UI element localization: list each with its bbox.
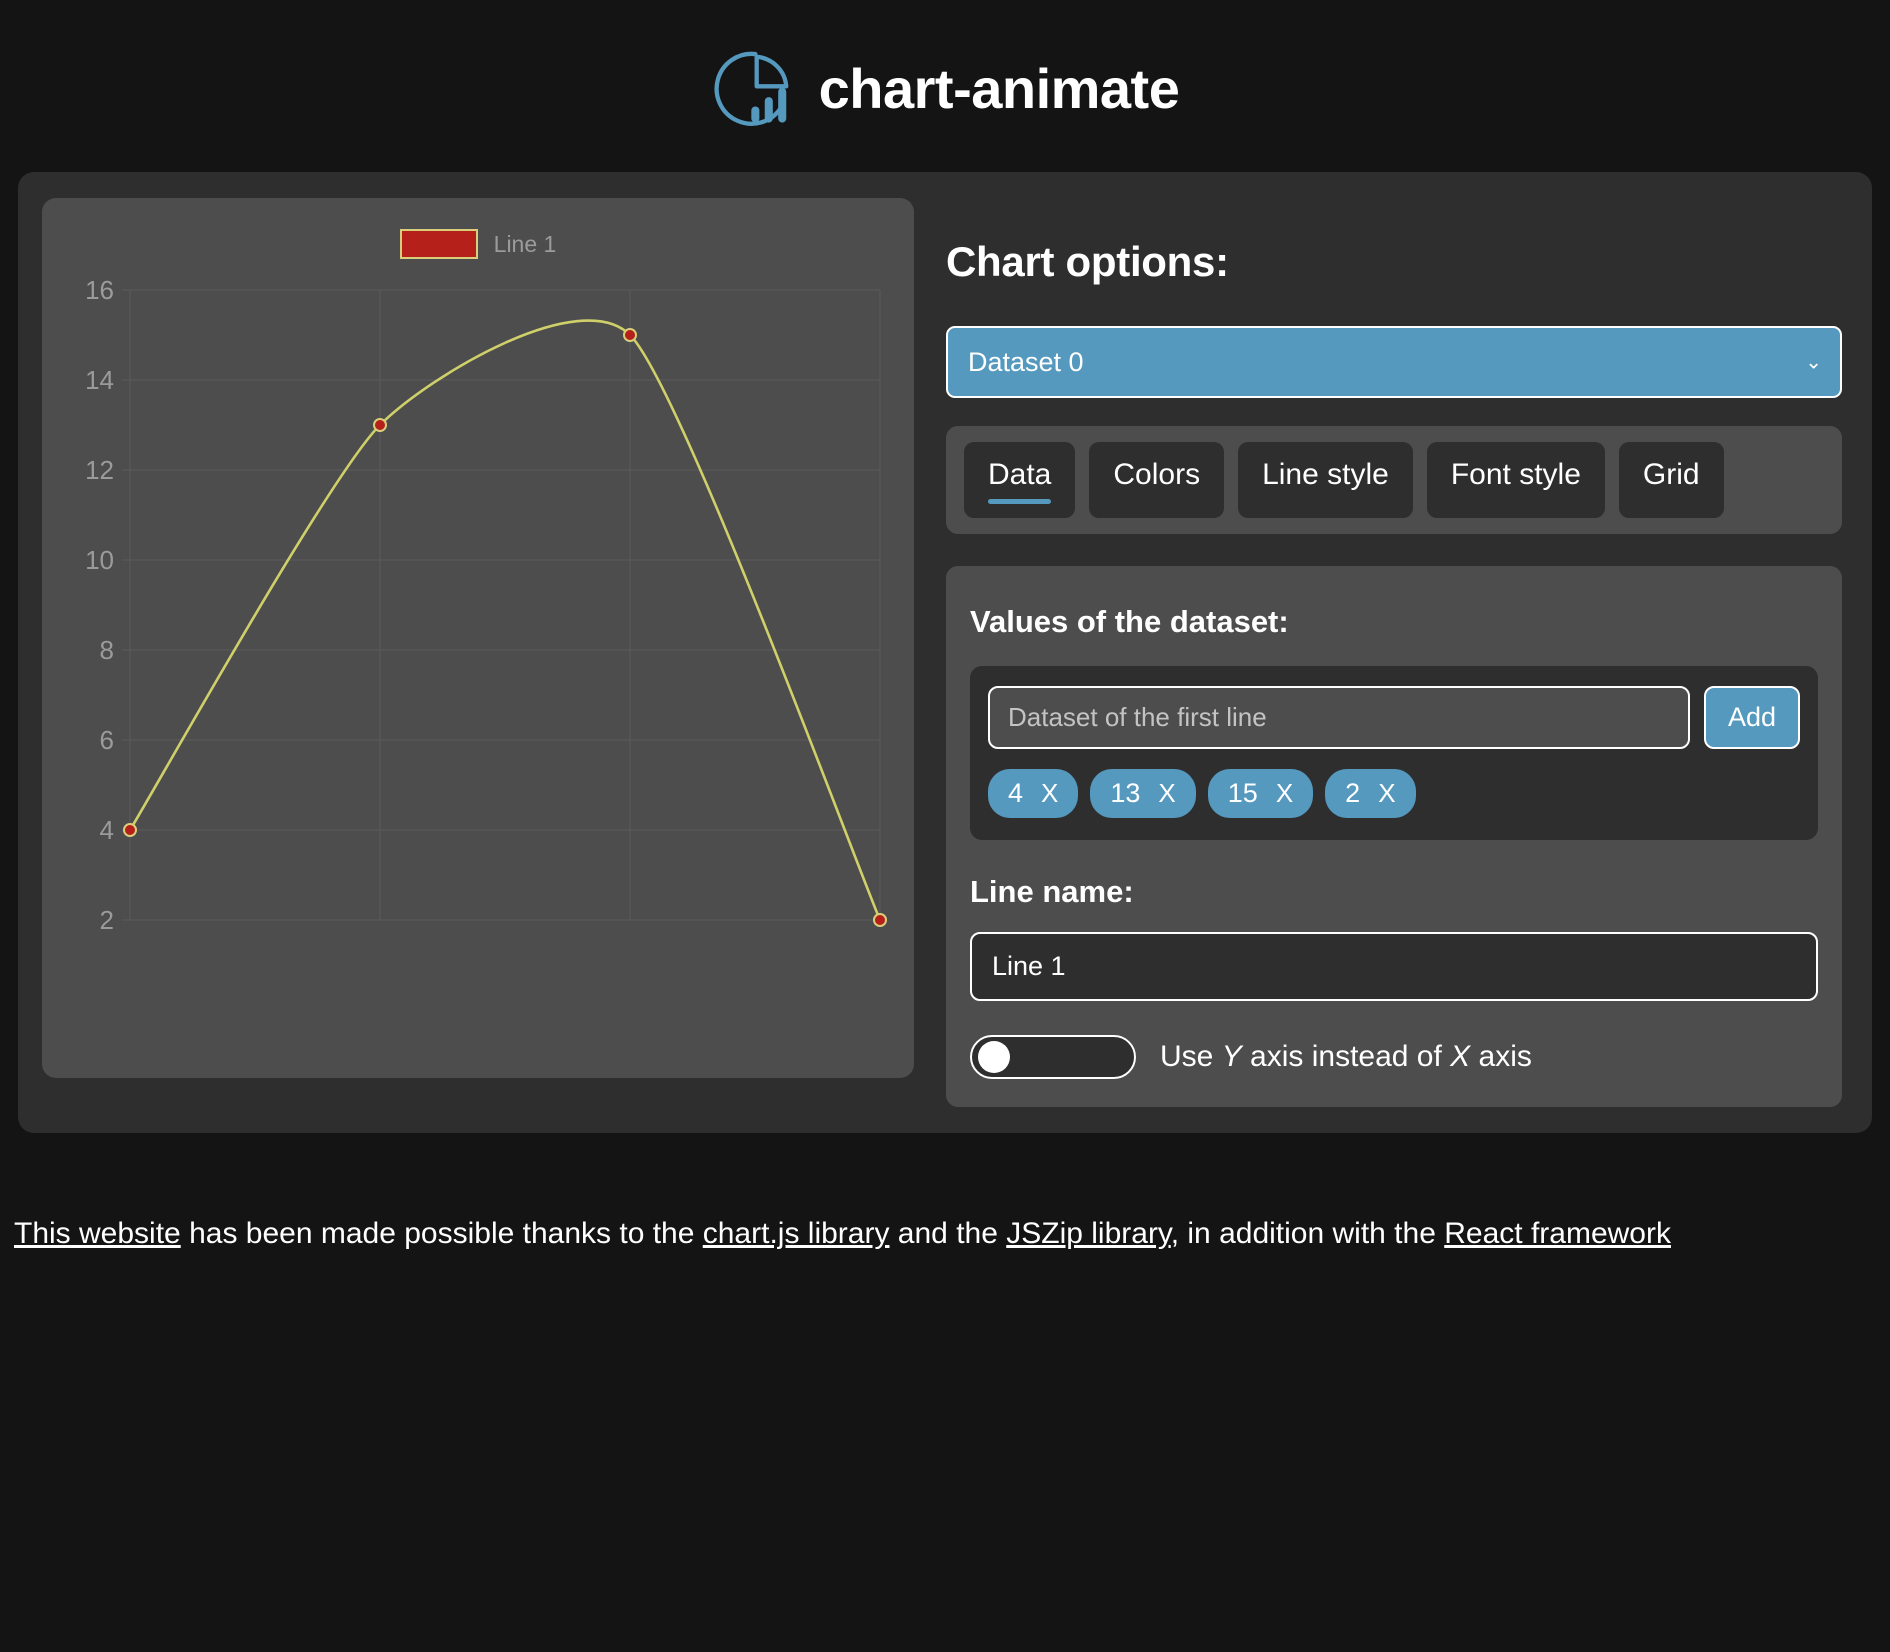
values-input-row: Add [988, 686, 1800, 750]
tab-label: Font style [1450, 458, 1581, 492]
footer-link-react[interactable]: React framework [1444, 1217, 1671, 1250]
y-tick-label: 16 [85, 275, 114, 305]
tab-active-underline [1262, 499, 1389, 504]
values-heading: Values of the dataset: [970, 604, 1289, 640]
footer-link-website[interactable]: This website [14, 1217, 181, 1250]
dataset-value-input[interactable] [988, 686, 1690, 750]
add-value-button[interactable]: Add [1703, 686, 1800, 750]
data-point-marker[interactable] [373, 418, 387, 432]
y-tick-label: 6 [100, 725, 114, 755]
axis-toggle-label-y: Y [1221, 1040, 1242, 1074]
y-tick-label: 10 [85, 545, 114, 575]
chart-legend[interactable]: Line 1 [58, 216, 898, 272]
y-tick-label: 4 [100, 815, 114, 845]
app-header: chart-animate [0, 0, 1890, 172]
tab-active-underline [1113, 499, 1200, 504]
pie-bar-chart-icon [711, 46, 797, 132]
dataset-select[interactable]: Dataset 0 [946, 326, 1842, 399]
chip-remove-icon[interactable]: X [1378, 778, 1395, 809]
footer-link-jszip[interactable]: JSZip library [1006, 1217, 1170, 1250]
tab-active-underline [1643, 499, 1700, 504]
legend-swatch [399, 229, 478, 259]
footer-link-chartjs[interactable]: chart.js library [703, 1217, 890, 1250]
tab-label: Colors [1113, 458, 1201, 492]
axis-toggle-label: Use Y axis instead of X axis [1160, 1040, 1532, 1074]
legend-label: Line 1 [493, 230, 557, 257]
dataset-value-chip[interactable]: 2X [1325, 769, 1416, 819]
values-box: Add 4X13X15X2X [970, 666, 1818, 841]
tab-label: Grid [1642, 458, 1700, 492]
tab-line-style[interactable]: Line style [1238, 442, 1413, 519]
main-card: Line 1 16 14 12 10 8 6 4 2 Chart options: Datas… [18, 172, 1872, 1134]
y-tick-label: 8 [100, 635, 114, 665]
line-name-heading: Line name: [970, 874, 1134, 910]
data-point-marker[interactable] [123, 823, 137, 837]
chart-options-panel: Chart options: Dataset 0 ⌄ Data Colors Lin… [940, 198, 1848, 1108]
chip-remove-icon[interactable]: X [1041, 778, 1058, 809]
axis-toggle-label-post: axis [1470, 1040, 1532, 1074]
tab-colors[interactable]: Colors [1089, 442, 1225, 519]
chip-value: 4 [1008, 778, 1024, 809]
axis-toggle-row: Use Y axis instead of X axis [970, 1035, 1818, 1080]
chip-remove-icon[interactable]: X [1276, 778, 1293, 809]
line-chart-svg: 16 14 12 10 8 6 4 2 [85, 275, 887, 935]
options-title: Chart options: [946, 238, 1229, 285]
axis-toggle-label-mid: axis instead of [1241, 1040, 1451, 1074]
y-tick-label: 14 [85, 365, 114, 395]
chart-panel: Line 1 16 14 12 10 8 6 4 2 [42, 198, 914, 1078]
tab-font-style[interactable]: Font style [1426, 442, 1605, 519]
page-footer: This website has been made possible than… [0, 1133, 1890, 1284]
y-tick-label: 2 [100, 905, 114, 935]
dataset-select-wrap: Dataset 0 ⌄ [946, 326, 1842, 399]
dataset-value-chip[interactable]: 13 X [1090, 769, 1196, 819]
tab-label: Line style [1262, 458, 1389, 492]
axis-toggle-label-pre: Use [1160, 1040, 1222, 1074]
dataset-value-chip[interactable]: 15 X [1207, 769, 1314, 819]
tab-data[interactable]: Data [964, 442, 1076, 519]
chip-value: 15 [1227, 778, 1258, 809]
tab-active-underline [988, 499, 1052, 505]
axis-toggle-switch[interactable] [970, 1035, 1136, 1080]
line-name-input[interactable] [970, 932, 1818, 1002]
chip-value: 2 [1345, 778, 1361, 809]
dataset-value-chips: 4 X 13 X 15 X 2 X [988, 769, 1800, 819]
data-tab-panel: Values of the dataset: Add 4X13X15X2X Li… [946, 566, 1842, 1108]
tab-active-underline [1451, 499, 1581, 504]
chip-remove-icon[interactable]: X [1158, 778, 1175, 809]
tab-grid[interactable]: Grid [1618, 442, 1724, 519]
data-point-marker[interactable] [873, 913, 887, 927]
axis-toggle-label-x: X [1450, 1040, 1471, 1074]
y-tick-label: 12 [85, 455, 114, 485]
tab-label: Data [988, 458, 1052, 492]
footer-text-1: has been made possible thanks to the [180, 1217, 703, 1251]
chip-value: 13 [1110, 778, 1141, 809]
toggle-knob [978, 1041, 1010, 1074]
footer-text-2: and the [889, 1217, 1007, 1251]
app-title: chart-animate [818, 57, 1180, 120]
chart-canvas[interactable]: 16 14 12 10 8 6 4 2 [58, 272, 898, 1032]
dataset-value-chip[interactable]: 4X [988, 769, 1079, 819]
data-point-marker[interactable] [623, 328, 637, 342]
options-tabs: Data Colors Line style Font style Grid [946, 426, 1842, 535]
footer-text-3: , in addition with the [1170, 1217, 1445, 1251]
